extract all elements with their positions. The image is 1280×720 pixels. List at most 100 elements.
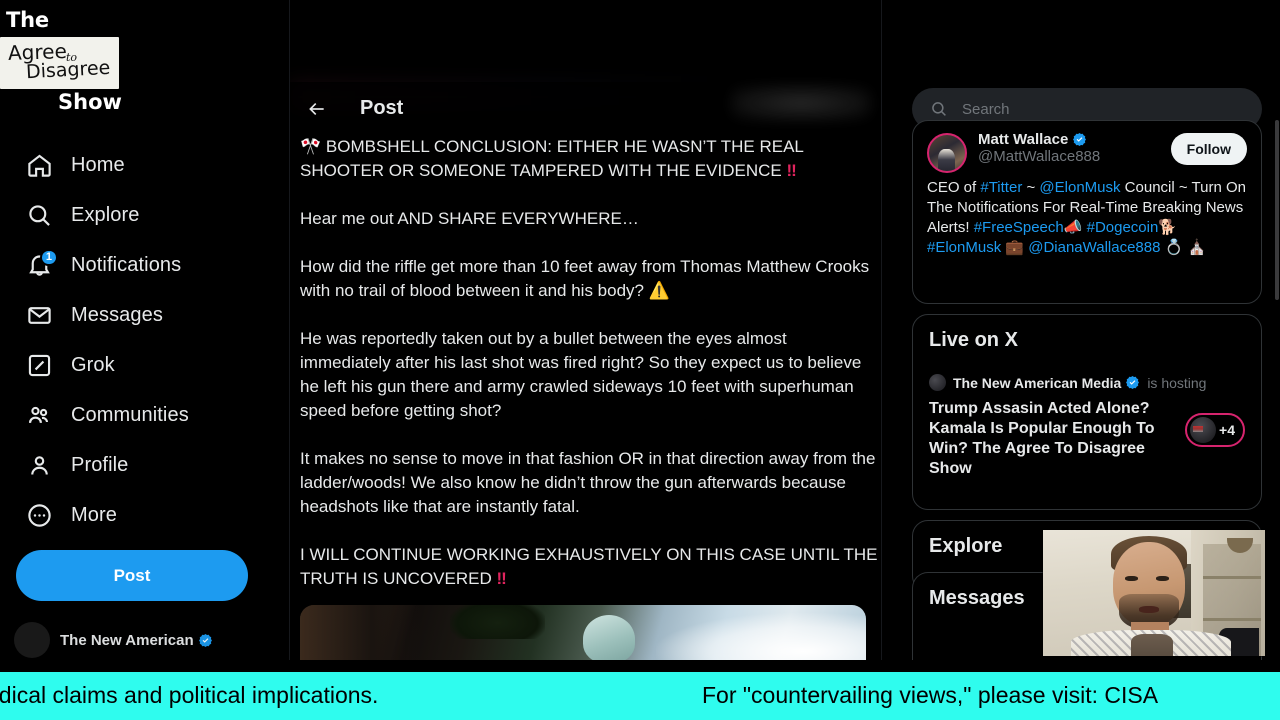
- sidebar-item-communities[interactable]: Communities: [14, 390, 276, 440]
- scrollbar-thumb[interactable]: [1275, 120, 1279, 300]
- post-paragraph: 🎌 BOMBSHELL CONCLUSION: EITHER HE WASN’T…: [300, 137, 808, 180]
- follow-button[interactable]: Follow: [1170, 133, 1247, 165]
- search-input[interactable]: [962, 100, 1244, 118]
- webcam-person-eye-left: [1125, 576, 1138, 581]
- page-scrollbar[interactable]: [1274, 0, 1280, 660]
- bio-link[interactable]: @ElonMusk: [1039, 179, 1120, 196]
- post-column: Post 🎌 BOMBSHELL CONCLUSION: EITHER HE W…: [290, 0, 882, 660]
- search-icon: [26, 202, 53, 229]
- media-dome: [583, 615, 635, 660]
- post-paragraph: Hear me out AND SHARE EVERYWHERE…: [300, 209, 639, 228]
- post-paragraph: He was reportedly taken out by a bullet …: [300, 329, 867, 420]
- ticker-track: edical claims and political implications…: [0, 672, 1280, 720]
- post-text-body: 🎌 BOMBSHELL CONCLUSION: EITHER HE WASN’T…: [300, 135, 878, 591]
- sidebar-item-messages[interactable]: Messages: [14, 290, 276, 340]
- webcam-person-mouth: [1139, 606, 1159, 613]
- live-host-name[interactable]: The New American Media: [953, 375, 1140, 391]
- panel-title: Live on X: [929, 329, 1018, 351]
- media-foreground-shadow: [300, 605, 420, 660]
- bio-link[interactable]: #Titter: [980, 179, 1022, 196]
- emphasis-marks: ‼: [786, 161, 796, 180]
- account-name: The New American: [60, 632, 213, 649]
- bio-text: 🐕: [1158, 219, 1178, 236]
- live-space-row[interactable]: Trump Assasin Acted Alone? Kamala Is Pop…: [929, 399, 1245, 479]
- listener-count: +4: [1219, 422, 1235, 438]
- avatar: [1190, 417, 1217, 443]
- sidebar-item-label: Grok: [71, 353, 115, 376]
- verified-badge-icon: [1072, 132, 1087, 147]
- logo-line-the: The: [6, 8, 49, 32]
- bio-text: 💍 ⛪: [1160, 239, 1207, 256]
- live-on-x-panel: Live on X The New American Media is host…: [912, 314, 1262, 510]
- post-paragraph: How did the riffle get more than 10 feet…: [300, 257, 874, 300]
- sidebar-item-label: Profile: [71, 453, 129, 476]
- news-ticker: edical claims and political implications…: [0, 672, 1280, 720]
- bell-icon: 1: [26, 248, 58, 279]
- sidebar-item-home[interactable]: Home: [14, 140, 276, 190]
- envelope-icon: [26, 302, 53, 329]
- notification-badge: 1: [39, 248, 58, 266]
- person-icon: [26, 452, 53, 479]
- post-button[interactable]: Post: [16, 550, 248, 601]
- bio-link[interactable]: @DianaWallace888: [1028, 239, 1160, 256]
- app-window: Home Explore 1 Notifications Messages Gr…: [0, 0, 1280, 720]
- sidebar-item-label: More: [71, 503, 117, 526]
- channel-logo-overlay: The Agree to Disagree Show: [0, 8, 165, 114]
- sidebar-item-label: Notifications: [71, 253, 182, 276]
- logo-line-show: Show: [58, 90, 122, 114]
- live-host-suffix: is hosting: [1147, 374, 1207, 391]
- bio-link[interactable]: #Dogecoin: [1087, 219, 1159, 236]
- primary-navigation: Home Explore 1 Notifications Messages Gr…: [14, 140, 276, 540]
- live-space-title: Trump Assasin Acted Alone? Kamala Is Pop…: [929, 400, 1155, 477]
- bio-text: CEO of: [927, 179, 981, 196]
- search-icon: [930, 100, 948, 118]
- sidebar-item-profile[interactable]: Profile: [14, 440, 276, 490]
- profile-handle: @MattWallace888: [978, 148, 1101, 165]
- bio-link[interactable]: #ElonMusk: [927, 239, 1001, 256]
- ticker-spacer: [0, 660, 1280, 672]
- back-arrow-icon[interactable]: [300, 92, 334, 126]
- post-paragraph: It makes no sense to move in that fashio…: [300, 449, 881, 516]
- bio-text: ~: [1022, 179, 1040, 196]
- bio-text: 📣: [1063, 219, 1087, 236]
- logo-plate: Agree to Disagree: [0, 37, 119, 89]
- profile-card-header: Matt Wallace @MattWallace888 Follow: [927, 131, 1247, 173]
- avatar[interactable]: [927, 133, 967, 173]
- verified-badge-icon: [198, 633, 213, 648]
- profile-display-name[interactable]: Matt Wallace: [978, 131, 1160, 148]
- sidebar-item-label: Explore: [71, 203, 140, 226]
- profile-suggestion-card: Matt Wallace @MattWallace888 Follow CEO …: [912, 120, 1262, 304]
- more-circle-icon: [26, 502, 53, 529]
- live-host-row: The New American Media is hosting: [929, 374, 1245, 391]
- post-paragraph: I WILL CONTINUE WORKING EXHAUSTIVELY ON …: [300, 545, 882, 588]
- ticker-segment-left: edical claims and political implications…: [0, 682, 379, 708]
- sidebar-item-grok[interactable]: Grok: [14, 340, 276, 390]
- post-media-image[interactable]: [300, 605, 866, 660]
- bio-link[interactable]: #FreeSpeech: [974, 219, 1064, 236]
- live-listeners-pill: +4: [1185, 413, 1245, 447]
- account-switcher[interactable]: The New American: [14, 618, 264, 662]
- webcam-person-tee: [1131, 634, 1173, 656]
- account-name-text: The New American: [60, 631, 194, 649]
- home-icon: [26, 152, 53, 179]
- profile-identity: Matt Wallace @MattWallace888: [978, 131, 1160, 165]
- page-title: Post: [360, 97, 404, 119]
- sidebar-item-notifications[interactable]: 1 Notifications: [14, 240, 276, 290]
- grok-icon: [26, 352, 53, 379]
- bio-text: 💼: [1001, 239, 1029, 256]
- media-cloud: [656, 613, 866, 660]
- profile-name-text: Matt Wallace: [978, 131, 1069, 148]
- ticker-segment-right: For "countervailing views," please visit…: [702, 682, 1159, 708]
- sidebar-item-label: Communities: [71, 403, 189, 426]
- sidebar-item-explore[interactable]: Explore: [14, 190, 276, 240]
- avatar: [929, 374, 946, 391]
- header-blurred-element: [731, 86, 871, 120]
- logo-word-disagree: Disagree: [25, 56, 111, 84]
- people-icon: [26, 402, 53, 429]
- webcam-overlay: [1043, 530, 1265, 656]
- sidebar-item-more[interactable]: More: [14, 490, 276, 540]
- avatar: [14, 622, 50, 658]
- verified-badge-icon: [1125, 375, 1140, 390]
- media-tree: [450, 605, 545, 639]
- emphasis-marks: ‼: [496, 569, 506, 588]
